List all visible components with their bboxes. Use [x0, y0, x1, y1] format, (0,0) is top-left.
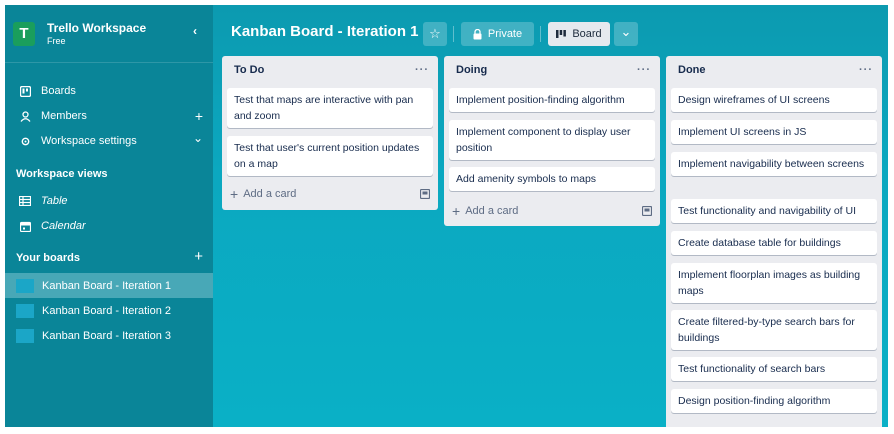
card[interactable]: Design wireframes of UI screens	[671, 88, 877, 112]
sidebar-board-iteration-1[interactable]: Kanban Board - Iteration 1	[5, 273, 213, 298]
sidebar-board-label: Kanban Board - Iteration 2	[42, 304, 172, 317]
list-done: Done ··· Design wireframes of UI screens…	[666, 56, 882, 427]
header-divider	[540, 26, 541, 42]
plus-icon: +	[452, 203, 461, 219]
workspace-views-title: Workspace views	[16, 168, 108, 180]
boards-icon	[18, 85, 32, 97]
card[interactable]: Design position-finding algorithm	[671, 389, 877, 413]
app-frame: T Trello Workspace Free ‹ Boards Members…	[5, 5, 888, 427]
add-member-button[interactable]: +	[195, 108, 203, 124]
card[interactable]: Implement navigability between screens	[671, 152, 877, 176]
table-icon	[18, 196, 32, 206]
chevron-down-icon[interactable]: ⌄	[193, 131, 203, 145]
sidebar-board-label: Kanban Board - Iteration 3	[42, 329, 172, 342]
workspace-name: Trello Workspace	[47, 20, 147, 35]
card[interactable]: Implement position-finding algorithm	[449, 88, 655, 112]
board-view-icon	[556, 30, 567, 38]
sidebar-board-iteration-2[interactable]: Kanban Board - Iteration 2	[5, 298, 213, 323]
add-card-label: Add a card	[465, 205, 519, 217]
header-divider	[453, 26, 454, 42]
sidebar-board-label: Kanban Board - Iteration 1	[42, 279, 172, 292]
board-title[interactable]: Kanban Board - Iteration 1	[231, 23, 419, 40]
card[interactable]: Add amenity symbols to maps	[449, 167, 655, 191]
list-header: Doing ···	[444, 56, 660, 84]
sidebar-item-label: Boards	[41, 85, 76, 97]
list-title[interactable]: Doing	[456, 64, 487, 76]
calendar-icon	[18, 221, 32, 232]
list-title[interactable]: Done	[678, 64, 706, 76]
list-doing: Doing ··· Implement position-finding alg…	[444, 56, 660, 226]
board-view-button[interactable]: Board	[548, 22, 610, 46]
board-canvas: Kanban Board - Iteration 1 ☆ Private Boa…	[213, 5, 888, 427]
card[interactable]: Implement UI screens in JS	[671, 120, 877, 144]
sidebar-item-table[interactable]: Table	[5, 189, 213, 213]
workspace-logo: T	[13, 21, 35, 46]
card-template-icon[interactable]	[642, 206, 652, 216]
members-icon	[18, 110, 32, 122]
collapse-sidebar-icon[interactable]: ‹	[193, 24, 197, 38]
board-view-label: Board	[572, 28, 602, 40]
card[interactable]: Implement floorplan images as building m…	[671, 263, 877, 303]
card[interactable]: Test that user's current position update…	[227, 136, 433, 176]
your-boards-title: Your boards	[16, 252, 80, 264]
card[interactable]: Create database table for buildings	[671, 231, 877, 255]
workspace-plan: Free	[47, 35, 66, 46]
sidebar-item-label: Table	[41, 195, 68, 207]
board-color-swatch	[16, 303, 34, 318]
sidebar-item-calendar[interactable]: Calendar	[5, 214, 213, 238]
sidebar-item-workspace-settings[interactable]: Workspace settings ⌄	[5, 129, 213, 153]
card[interactable]: Create filtered-by-type search bars for …	[671, 310, 877, 350]
list-header: Done ···	[666, 56, 882, 84]
list-menu-icon[interactable]: ···	[859, 64, 873, 76]
view-switcher-button[interactable]: ⌄	[614, 22, 638, 46]
visibility-button[interactable]: Private	[461, 22, 534, 46]
sidebar-item-label: Members	[41, 110, 87, 122]
lock-icon	[473, 28, 482, 40]
board-color-swatch	[16, 278, 34, 293]
gear-icon	[18, 136, 32, 147]
add-card-button[interactable]: + Add a card	[452, 201, 652, 221]
list-menu-icon[interactable]: ···	[415, 64, 429, 76]
add-card-label: Add a card	[243, 188, 297, 200]
card[interactable]: Test functionality of search bars	[671, 357, 877, 381]
board-color-swatch	[16, 328, 34, 343]
chevron-down-icon: ⌄	[620, 23, 632, 39]
visibility-label: Private	[487, 28, 523, 40]
add-board-button[interactable]: +	[194, 248, 203, 265]
list-header: To Do ···	[222, 56, 438, 84]
sidebar-item-boards[interactable]: Boards	[5, 79, 213, 103]
card-template-icon[interactable]	[420, 189, 430, 199]
card[interactable]: Test functionality and navigability of U…	[671, 199, 877, 223]
sidebar-item-label: Workspace settings	[41, 135, 137, 147]
list-menu-icon[interactable]: ···	[637, 64, 651, 76]
sidebar-item-members[interactable]: Members +	[5, 104, 213, 128]
list-title[interactable]: To Do	[234, 64, 264, 76]
star-button[interactable]: ☆	[423, 22, 447, 46]
sidebar: T Trello Workspace Free ‹ Boards Members…	[5, 5, 213, 427]
plus-icon: +	[230, 186, 239, 202]
list-todo: To Do ··· Test that maps are interactive…	[222, 56, 438, 210]
workspace-header[interactable]: T Trello Workspace Free ‹	[5, 5, 213, 63]
star-icon: ☆	[429, 26, 441, 41]
sidebar-item-label: Calendar	[41, 220, 86, 232]
card[interactable]: Implement component to display user posi…	[449, 120, 655, 160]
add-card-button[interactable]: + Add a card	[230, 184, 430, 204]
sidebar-board-iteration-3[interactable]: Kanban Board - Iteration 3	[5, 323, 213, 348]
card[interactable]: Test that maps are interactive with pan …	[227, 88, 433, 128]
